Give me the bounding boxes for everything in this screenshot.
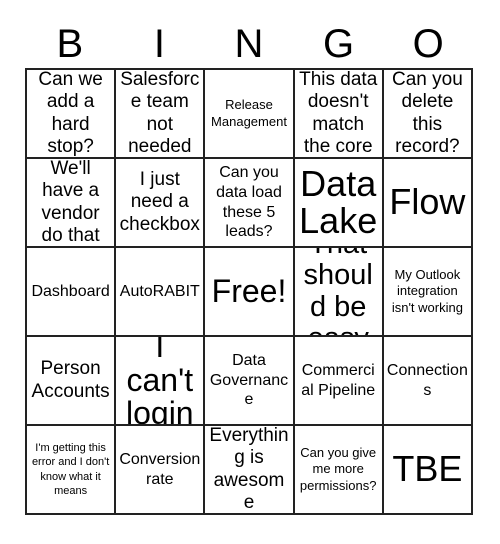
bingo-cell-label: I'm getting this error and I don't know … [31, 441, 110, 497]
bingo-cell-label: Can you delete this record? [392, 70, 463, 157]
bingo-cell[interactable]: Can we add a hard stop? [27, 70, 117, 159]
bingo-cell[interactable]: TBE [383, 426, 473, 515]
bingo-cell[interactable]: Everything is awesome [205, 426, 295, 515]
bingo-cell[interactable]: Commercial Pipeline [294, 337, 384, 426]
bingo-header-letter-n: N [234, 22, 264, 66]
bingo-cell[interactable]: Salesforce team not needed [116, 70, 206, 159]
bingo-cell[interactable]: That should be easy [294, 248, 384, 337]
bingo-cell[interactable]: Conversion rate [116, 426, 206, 515]
bingo-header-letter-i: I [153, 22, 165, 66]
bingo-cell-label: Data Governance [209, 352, 289, 409]
bingo-cell[interactable]: Person Accounts [27, 337, 117, 426]
bingo-card: B I N G O Can we add a hard stop? Salesfo… [0, 0, 500, 544]
bingo-cell-label: Can we add a hard stop? [38, 70, 103, 157]
bingo-cell-label: This data doesn't match the core [299, 70, 378, 157]
bingo-cell-label: We'll have a vendor do that [41, 159, 100, 246]
bingo-cell[interactable]: Free! [205, 248, 295, 337]
bingo-cell[interactable]: Can you data load these 5 leads? [205, 159, 295, 248]
bingo-cell-label: Salesforce team not needed [120, 70, 200, 157]
bingo-cell-label: Everything is awesome [209, 426, 289, 513]
bingo-cell[interactable]: Data Governance [205, 337, 295, 426]
bingo-grid: Can we add a hard stop? Salesforce team n… [25, 68, 473, 515]
bingo-header-row: B I N G O [25, 20, 473, 68]
bingo-cell-label: Release Management [211, 97, 287, 129]
bingo-cell[interactable]: Data Lake [294, 159, 384, 248]
bingo-cell-label: Dashboard [31, 282, 110, 300]
bingo-cell[interactable]: Dashboard [27, 248, 117, 337]
bingo-cell[interactable]: I'm getting this error and I don't know … [27, 426, 117, 515]
bingo-cell-label: Free! [211, 272, 287, 309]
bingo-cell[interactable]: AutoRABIT [116, 248, 206, 337]
bingo-cell-label: TBE [392, 448, 463, 490]
bingo-cell-label: AutoRABIT [119, 282, 200, 300]
bingo-cell-label: Data Lake [299, 162, 378, 241]
bingo-cell-label: Conversion rate [119, 450, 201, 488]
bingo-cell[interactable]: Flow [383, 159, 473, 248]
bingo-cell[interactable]: I just need a checkbox [116, 159, 206, 248]
bingo-cell-label: I just need a checkbox [119, 168, 200, 235]
bingo-header-letter-b: B [56, 22, 84, 66]
bingo-cell[interactable]: Connections [383, 337, 473, 426]
bingo-cell[interactable]: This data doesn't match the core [294, 70, 384, 159]
bingo-cell-label: Connections [386, 361, 468, 399]
bingo-header-letter-o: O [412, 22, 444, 66]
bingo-cell[interactable]: I can't login [116, 337, 206, 426]
bingo-cell[interactable]: My Outlook integration isn't working [383, 248, 473, 337]
bingo-cell-label: That should be easy [303, 248, 373, 335]
bingo-cell[interactable]: Release Management [205, 70, 295, 159]
bingo-cell[interactable]: Can you delete this record? [383, 70, 473, 159]
bingo-cell-label: Commercial Pipeline [301, 361, 376, 399]
bingo-cell[interactable]: We'll have a vendor do that [27, 159, 117, 248]
bingo-cell-label: Can you give me more permissions? [299, 445, 377, 493]
bingo-cell-label: My Outlook integration isn't working [391, 267, 463, 315]
bingo-cell-label: Can you data load these 5 leads? [216, 164, 282, 241]
bingo-header-letter-g: G [323, 22, 355, 66]
bingo-cell-label: I can't login [125, 337, 194, 426]
bingo-cell[interactable]: Can you give me more permissions? [294, 426, 384, 515]
bingo-cell-label: Person Accounts [31, 358, 110, 402]
bingo-cell-label: Flow [389, 181, 466, 223]
